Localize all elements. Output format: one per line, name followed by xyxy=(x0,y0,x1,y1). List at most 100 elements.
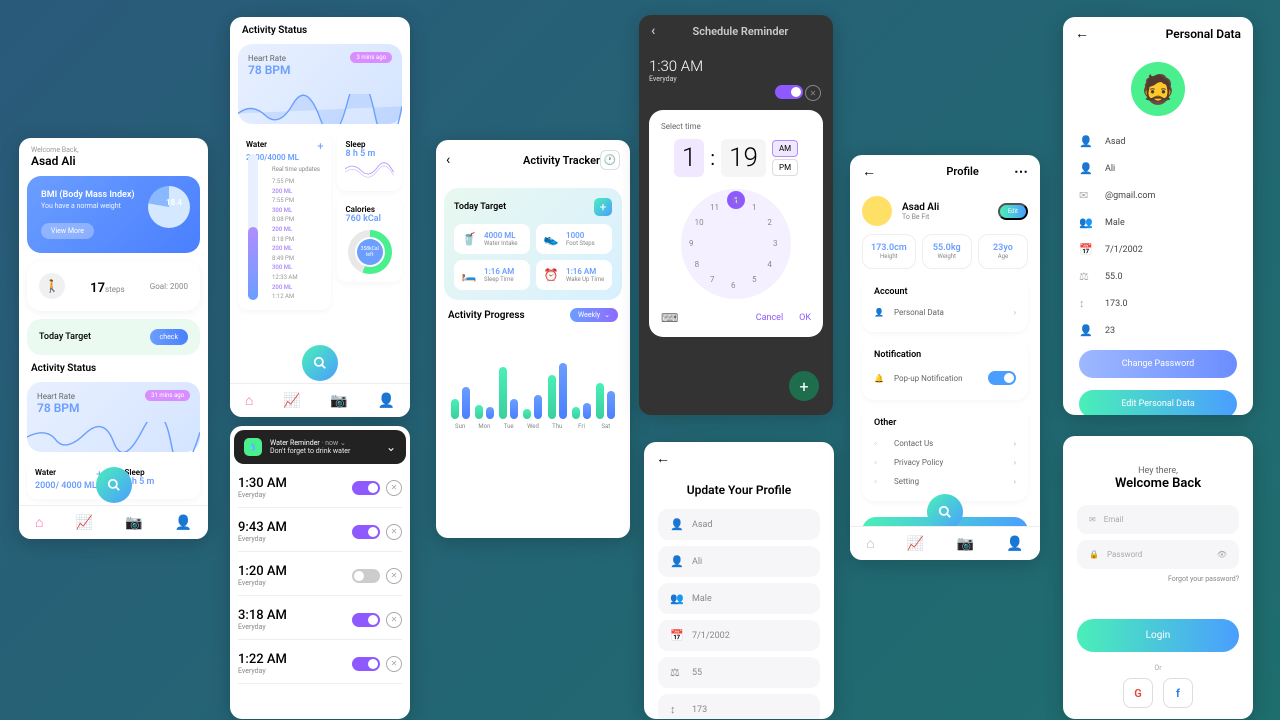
delete-icon[interactable]: ✕ xyxy=(386,612,402,628)
delete-icon[interactable]: ✕ xyxy=(386,656,402,672)
nav-camera-icon[interactable]: 📷 xyxy=(125,515,142,531)
edit-personal-button[interactable]: Edit Personal Data xyxy=(1079,390,1237,415)
today-target-row: Today Target check xyxy=(27,319,200,355)
keyboard-icon[interactable]: ⌨ xyxy=(661,311,678,325)
back-button[interactable]: ‹ xyxy=(446,152,450,168)
search-fab[interactable] xyxy=(96,467,132,503)
more-icon[interactable]: ⋯ xyxy=(1014,164,1028,180)
search-fab[interactable] xyxy=(927,494,963,530)
personal-data-row[interactable]: 👤Personal Data› xyxy=(874,303,1016,322)
email-field[interactable]: ✉Email xyxy=(1077,505,1239,534)
reminder-list: 1:30 AMEveryday✕9:43 AMEveryday✕1:20 AME… xyxy=(230,468,410,684)
bmi-view-more-button[interactable]: View More xyxy=(41,223,94,239)
back-button[interactable]: ← xyxy=(1075,25,1089,42)
nav-profile-icon[interactable]: 👤 xyxy=(378,393,395,409)
chevron-right-icon: › xyxy=(1014,477,1016,486)
menu-item[interactable]: ◦Setting› xyxy=(874,472,1016,491)
nav-profile-icon[interactable]: 👤 xyxy=(1006,536,1023,552)
analog-clock[interactable]: 1 123456789101112 xyxy=(681,189,791,299)
data-row: 👥Male xyxy=(1063,209,1253,236)
plus-icon[interactable]: + xyxy=(317,140,323,153)
nav-profile-icon[interactable]: 👤 xyxy=(175,515,192,531)
data-row: 👤23 xyxy=(1063,317,1253,344)
stat-card: 55.0kgWeight xyxy=(922,234,972,269)
check-button[interactable]: check xyxy=(150,329,188,345)
forgot-password-link[interactable]: Forgot your password? xyxy=(1077,575,1239,583)
other-section: Other ◦Contact Us›◦Privacy Policy›◦Setti… xyxy=(862,408,1028,501)
reminder-toggle[interactable] xyxy=(352,657,380,671)
profile-field[interactable]: 📅7/1/2002 xyxy=(658,620,820,651)
delete-icon[interactable]: ✕ xyxy=(386,480,402,496)
profile-field[interactable]: 👤Ali xyxy=(658,546,820,577)
back-button[interactable]: ← xyxy=(862,163,876,180)
cancel-button[interactable]: Cancel xyxy=(756,313,783,323)
welcome-label: Welcome Back, xyxy=(31,146,196,154)
bottom-nav: ⌂ 📈 📷 👤 xyxy=(19,505,208,539)
data-row: ✉@gmail.com xyxy=(1063,182,1253,209)
reminder-toggle[interactable] xyxy=(352,569,380,583)
eye-icon[interactable]: 👁 xyxy=(1217,550,1227,559)
reminder-toggle[interactable] xyxy=(352,481,380,495)
notification-banner[interactable]: 💧 Water Reminder · now ⌄ Don't forget to… xyxy=(234,430,406,464)
activity-status-title: Activity Status xyxy=(31,363,196,374)
reminder-toggle[interactable] xyxy=(352,613,380,627)
nav-activity-icon[interactable]: 📈 xyxy=(907,536,924,552)
change-password-button[interactable]: Change Password xyxy=(1079,350,1237,378)
reminder-toggle[interactable] xyxy=(352,525,380,539)
login-button[interactable]: Login xyxy=(1077,619,1239,652)
bmi-card: BMI (Body Mass Index) You have a normal … xyxy=(27,176,200,253)
activity-status-screen: Activity Status Heart Rate 78 BPM 3 mins… xyxy=(230,17,410,417)
ok-button[interactable]: OK xyxy=(799,313,811,323)
activity-tracker-screen: ‹ Activity Tracker 🕐 Today Target + 🥤400… xyxy=(436,140,630,538)
sleep-card: Sleep 8 h 5 m xyxy=(337,132,402,191)
screen-title: Profile xyxy=(946,165,978,178)
notification-toggle[interactable] xyxy=(988,371,1016,385)
steps-unit: steps xyxy=(105,285,125,294)
facebook-login-button[interactable]: f xyxy=(1163,678,1193,708)
nav-camera-icon[interactable]: 📷 xyxy=(957,536,974,552)
close-icon[interactable]: ✕ xyxy=(805,85,821,101)
minute-input[interactable]: 19 xyxy=(721,139,766,177)
target-item: ⏰1:16 AMWake Up Time xyxy=(536,260,612,290)
nav-home-icon[interactable]: ⌂ xyxy=(866,535,874,552)
menu-item[interactable]: ◦Privacy Policy› xyxy=(874,453,1016,472)
water-card: Water+ 2000/4000 ML Real time updates 7:… xyxy=(238,132,331,310)
profile-field[interactable]: 👥Male xyxy=(658,583,820,614)
activity-bar-chart: SunMonTueWedThuFriSat xyxy=(448,330,618,430)
back-button[interactable]: ‹ xyxy=(651,23,655,39)
add-fab[interactable]: + xyxy=(789,371,819,401)
profile-field[interactable]: ↕173 xyxy=(658,694,820,719)
add-target-button[interactable]: + xyxy=(594,198,612,216)
password-field[interactable]: 🔒Password👁 xyxy=(1077,540,1239,569)
back-button[interactable]: ← xyxy=(656,450,670,467)
personal-data-screen: ←Personal Data 🧔 👤Asad👤Ali✉@gmail.com👥Ma… xyxy=(1063,17,1253,415)
clock-icon[interactable]: 🕐 xyxy=(600,150,620,170)
profile-field[interactable]: 👤Asad xyxy=(658,509,820,540)
nav-camera-icon[interactable]: 📷 xyxy=(330,393,347,409)
nav-home-icon[interactable]: ⌂ xyxy=(35,514,43,531)
reminder-item: 9:43 AMEveryday✕ xyxy=(238,512,402,552)
nav-activity-icon[interactable]: 📈 xyxy=(76,515,93,531)
menu-item[interactable]: ◦Contact Us› xyxy=(874,434,1016,453)
reminder-item: 1:30 AMEveryday✕ xyxy=(238,468,402,508)
email-icon: ✉ xyxy=(1089,515,1096,524)
nav-home-icon[interactable]: ⌂ xyxy=(245,392,253,409)
hour-input[interactable]: 1 xyxy=(674,139,704,177)
reminder-toggle[interactable] xyxy=(775,85,803,99)
target-item: 🛏️1:16 AMSleep Time xyxy=(454,260,530,290)
search-fab[interactable] xyxy=(302,345,338,381)
profile-field[interactable]: ⚖55 xyxy=(658,657,820,688)
data-row: 👤Asad xyxy=(1063,128,1253,155)
data-row: ⚖55.0 xyxy=(1063,263,1253,290)
am-button[interactable]: AM xyxy=(772,140,798,157)
google-login-button[interactable]: G xyxy=(1123,678,1153,708)
delete-icon[interactable]: ✕ xyxy=(386,524,402,540)
pm-button[interactable]: PM xyxy=(772,159,798,176)
period-dropdown[interactable]: Weekly⌄ xyxy=(570,308,618,322)
delete-icon[interactable]: ✕ xyxy=(386,568,402,584)
update-profile-screen: ← Update Your Profile 👤Asad👤Ali👥Male📅7/1… xyxy=(644,442,834,719)
chevron-right-icon: › xyxy=(1014,458,1016,467)
chevron-down-icon[interactable]: ⌄ xyxy=(386,440,396,454)
nav-activity-icon[interactable]: 📈 xyxy=(283,393,300,409)
edit-button[interactable]: Edit xyxy=(998,203,1028,220)
